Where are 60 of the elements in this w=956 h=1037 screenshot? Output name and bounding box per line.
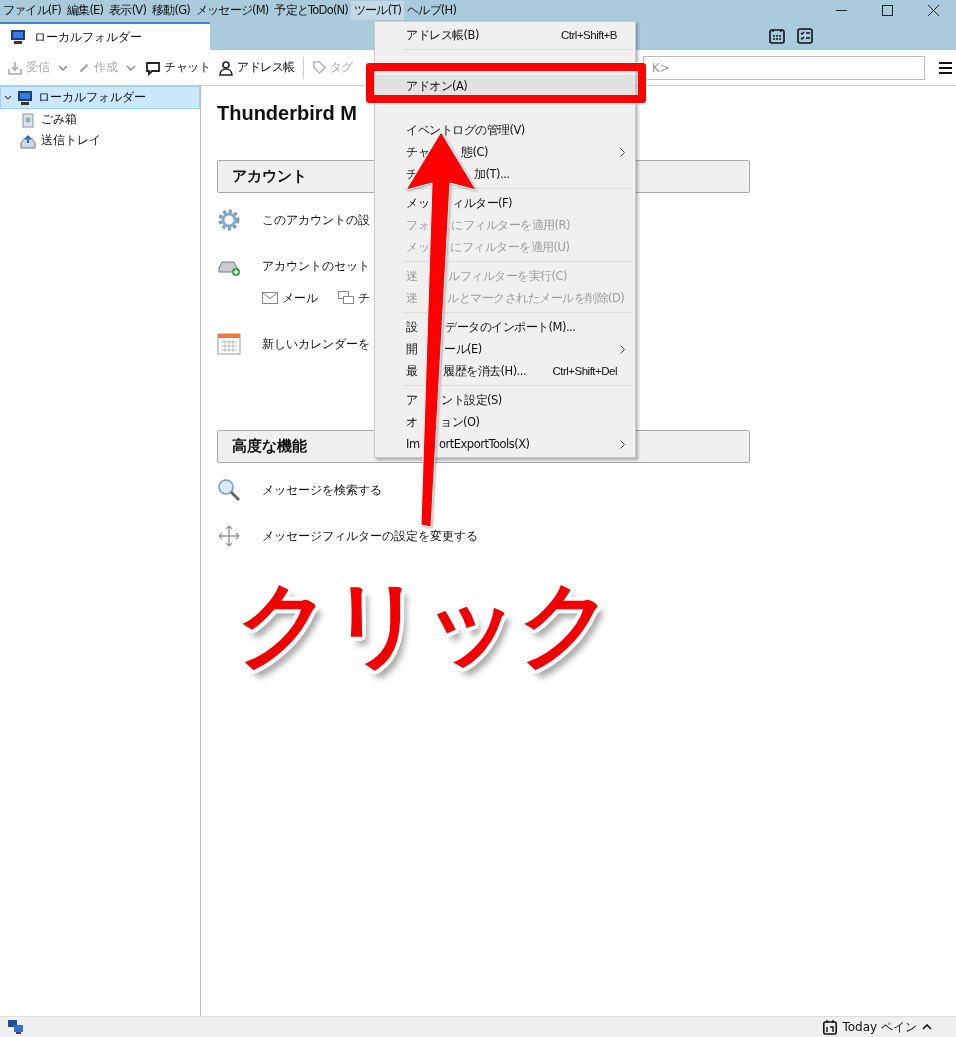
annotation-label: クリック — [236, 572, 612, 676]
menu-item[interactable]: 移動(G) — [149, 1, 193, 20]
folder-item[interactable]: ごみ箱 — [0, 109, 200, 130]
tag-icon — [311, 60, 327, 75]
menu-icon[interactable] — [939, 61, 952, 74]
menu-item[interactable]: ア ント設定(S) — [375, 389, 635, 411]
computer-icon — [10, 29, 26, 45]
folder-item[interactable]: 送信トレイ — [0, 130, 200, 151]
network-icon — [8, 1020, 24, 1034]
menu-item[interactable]: 設 データのインポート(M)... — [375, 316, 635, 338]
menu-item[interactable]: 予定とToDo(N) — [271, 1, 352, 20]
menu-item[interactable]: チャ 態(C) — [375, 141, 635, 163]
menu-item[interactable]: メッ ィルター(F) — [375, 192, 635, 214]
action-link[interactable]: 新しいカレンダーを — [262, 335, 370, 353]
action-link[interactable]: メッセージを検索する — [262, 481, 382, 499]
setup-link[interactable]: メール — [282, 289, 318, 307]
outbox-icon — [20, 132, 36, 149]
computer-icon — [17, 89, 33, 106]
action-link[interactable]: アカウントのセット — [262, 257, 370, 275]
menu-item[interactable]: Im ortExportTools(X) — [375, 433, 635, 455]
menu-item[interactable]: 編集(E) — [64, 1, 107, 20]
calendar-icon — [823, 1019, 838, 1035]
page-title: Thunderbird M — [217, 101, 358, 126]
folder-tab[interactable]: ローカルフォルダー — [0, 22, 210, 50]
folder-item[interactable]: ローカルフォルダー — [0, 86, 200, 109]
setup-link[interactable]: チ — [358, 289, 370, 307]
toolbar-button[interactable]: アドレス帳 — [215, 56, 298, 79]
today-pane-button[interactable]: Today ペイン — [842, 1018, 917, 1036]
chevron-icon[interactable] — [4, 93, 12, 102]
trash-icon — [20, 111, 36, 128]
caret-up-icon[interactable] — [922, 1024, 932, 1030]
menu-item[interactable]: 開 ール(E) — [375, 338, 635, 360]
person-icon — [218, 59, 234, 76]
menu-item[interactable]: 最 履歴を消去(H)... Ctrl+Shift+Del — [375, 360, 635, 382]
action-link[interactable]: このアカウントの設 — [262, 211, 370, 229]
close-icon[interactable] — [927, 5, 939, 16]
chat-bubbles-icon — [338, 291, 354, 305]
maximize-icon[interactable] — [881, 5, 893, 16]
magnifier-icon — [217, 478, 241, 502]
task-list-icon[interactable] — [797, 27, 813, 44]
calendar-icon[interactable] — [769, 27, 785, 44]
menu-item[interactable]: ヘルプ(H) — [404, 1, 460, 20]
menu-item[interactable]: オ ョン(O) — [375, 411, 635, 433]
download-icon — [7, 59, 23, 76]
minimize-icon[interactable] — [835, 9, 847, 12]
menu-item[interactable]: アドレス帳(B) Ctrl+Shift+B — [375, 24, 635, 46]
menu-item[interactable]: ファイル(F) — [0, 1, 64, 20]
menu-item[interactable]: メッセージ(M) — [193, 1, 272, 20]
envelope-icon — [262, 292, 278, 304]
chat-icon — [145, 59, 161, 76]
menu-item[interactable]: アドオン(A) — [375, 75, 635, 97]
gear-icon — [217, 208, 241, 232]
calendar-icon — [217, 332, 241, 356]
menu-item[interactable]: 表示(V) — [106, 1, 150, 20]
menu-item[interactable]: チ 加(T)... — [375, 163, 635, 185]
menu-item[interactable]: イベントログの管理(V) — [375, 119, 635, 141]
menu-item[interactable]: ツール(T) — [351, 1, 405, 20]
arrows-icon — [217, 524, 241, 548]
action-link[interactable]: メッセージフィルターの設定を変更する — [262, 527, 478, 545]
toolbar-button[interactable]: チャット — [142, 56, 213, 79]
